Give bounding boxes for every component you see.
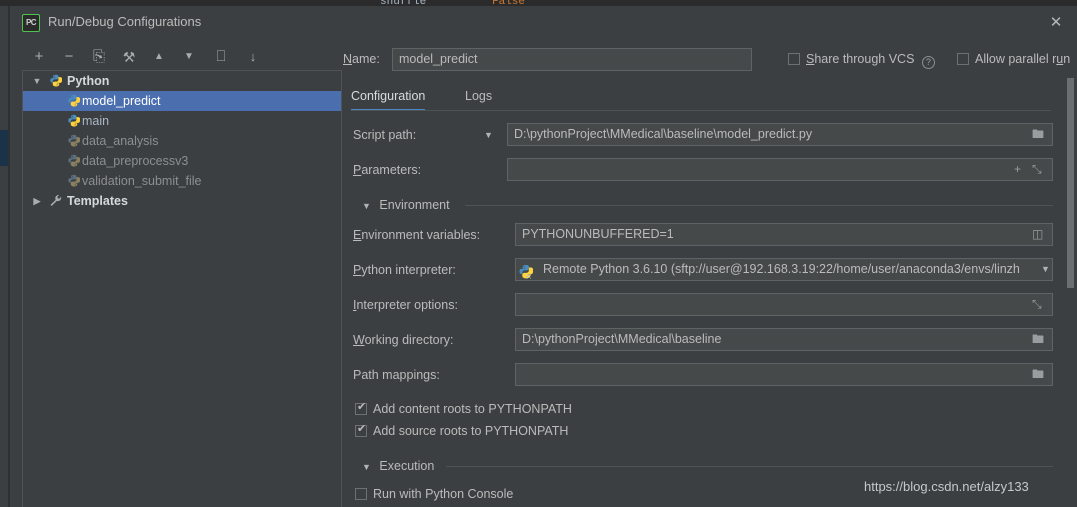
tree-item-label: model_predict	[82, 94, 161, 108]
tree-item-label: Python	[67, 74, 110, 88]
environment-variables-input[interactable]: PYTHONUNBUFFERED=1	[515, 223, 1053, 246]
share-through-vcs-box[interactable]	[788, 53, 800, 65]
remote-python-icon: R	[519, 264, 533, 279]
environment-variables-label: Environment variables:	[353, 228, 481, 242]
working-directory-label: Working directory:	[353, 333, 454, 347]
tree-item-label: main	[82, 114, 110, 128]
configurations-tree[interactable]: ▼ Python model_predictmain data_analysisdat…	[22, 70, 342, 498]
share-through-vcs-checkbox[interactable]: Share through VCS ?	[788, 52, 939, 69]
run-with-python-console-label: Run with Python Console	[373, 487, 514, 501]
tree-bottom-edge	[22, 498, 342, 507]
add-content-roots-box[interactable]	[355, 400, 367, 415]
copy-configuration-button[interactable]: ⎘	[88, 46, 110, 68]
name-label: Name:	[343, 52, 380, 66]
tree-item-data_analysis[interactable]: data_analysis	[23, 131, 341, 151]
execution-twisty-icon[interactable]: ▼	[362, 462, 371, 472]
allow-parallel-run-checkbox[interactable]: Allow parallel run	[957, 52, 1070, 66]
tab-bar: Configuration Logs	[351, 84, 1051, 111]
path-mappings-input[interactable]	[515, 363, 1053, 386]
svg-text:R: R	[526, 274, 531, 279]
python-file-icon	[67, 154, 80, 167]
tree-item-label: data_preprocessv3	[82, 154, 189, 168]
tree-item-label: data_analysis	[82, 134, 159, 148]
add-source-roots-box[interactable]	[355, 422, 367, 437]
move-down-button[interactable]: ▼	[178, 46, 200, 68]
parameters-label: Parameters:	[353, 163, 422, 177]
chevron-down-icon[interactable]: ▼	[31, 71, 43, 91]
dialog-title: Run/Debug Configurations	[48, 14, 202, 29]
python-file-icon	[67, 94, 80, 107]
script-path-label: Script path:	[353, 128, 417, 142]
add-content-roots-label: Add content roots to PYTHONPATH	[373, 402, 572, 416]
move-up-button[interactable]: ▲	[148, 46, 170, 68]
dialog-titlebar: PC Run/Debug Configurations ✕	[10, 6, 1077, 40]
execution-section-header[interactable]: ▼ Execution	[362, 459, 434, 473]
run-with-python-console-box[interactable]	[355, 488, 367, 500]
tree-item-validation_submit_file[interactable]: validation_submit_file	[23, 171, 341, 191]
run-with-python-console-checkbox[interactable]: Run with Python Console	[355, 487, 513, 501]
remove-button[interactable]: −	[58, 46, 80, 68]
tree-item-data_preprocessv3[interactable]: data_preprocessv3	[23, 151, 341, 171]
python-interpreter-combo[interactable]: Remote Python 3.6.10 (sftp://user@192.16…	[515, 258, 1053, 281]
parameters-add-icon[interactable]: +	[1014, 162, 1021, 176]
close-icon[interactable]: ✕	[1043, 12, 1069, 34]
edit-templates-button[interactable]: ⚒	[118, 46, 140, 68]
parameters-expand-icon[interactable]: ⤡	[1032, 162, 1042, 176]
script-path-browse-icon[interactable]: 🖿	[1032, 127, 1044, 141]
behind-left-panel	[0, 6, 8, 507]
watermark: https://blog.csdn.net/alzy133	[864, 479, 1029, 494]
python-interpreter-caret-icon[interactable]: ▼	[1041, 264, 1050, 274]
tab-separator	[351, 110, 1051, 111]
interpreter-options-input[interactable]	[515, 293, 1053, 316]
interpreter-options-label: Interpreter options:	[353, 298, 458, 312]
environment-twisty-icon[interactable]: ▼	[362, 201, 371, 211]
script-path-mode-caret-icon[interactable]: ▼	[484, 130, 493, 140]
parameters-input[interactable]	[507, 158, 1053, 181]
add-source-roots-checkbox[interactable]: Add source roots to PYTHONPATH	[355, 422, 569, 438]
tree-item-main[interactable]: main	[23, 111, 341, 131]
sort-configurations-button[interactable]: ↓	[242, 46, 264, 68]
run-debug-configurations-window: shuffle False PC Run/Debug Configuration…	[0, 0, 1077, 507]
chevron-right-icon[interactable]: ▶	[31, 191, 43, 211]
execution-section-label: Execution	[379, 459, 435, 473]
environment-section-header[interactable]: ▼ Environment	[362, 198, 450, 212]
path-mappings-browse-icon[interactable]: 🖿	[1032, 367, 1044, 381]
allow-parallel-run-label: Allow parallel run	[975, 52, 1071, 66]
python-file-icon	[67, 114, 80, 127]
tree-item-label: Templates	[67, 194, 128, 208]
configurations-toolbar: + − ⎘ ⚒ ▲ ▼ ⎕ ↓	[20, 46, 340, 70]
python-icon	[49, 74, 62, 87]
new-folder-button[interactable]: ⎕	[210, 46, 232, 68]
working-directory-browse-icon[interactable]: 🖿	[1032, 332, 1044, 346]
behind-left-highlight	[0, 130, 8, 166]
dialog-body: PC Run/Debug Configurations ✕ + − ⎘ ⚒ ▲ ▼ ⎕ ↓ ▼…	[10, 6, 1077, 507]
pycharm-icon: PC	[22, 14, 40, 32]
share-through-vcs-label: Share through VCS	[806, 52, 915, 66]
help-icon[interactable]: ?	[921, 56, 935, 69]
python-file-icon	[67, 134, 80, 147]
python-interpreter-label: Python interpreter:	[353, 263, 456, 277]
right-panel-scrollbar-thumb[interactable]	[1067, 78, 1074, 288]
environment-section-label: Environment	[379, 198, 450, 212]
python-file-icon	[67, 174, 80, 187]
tab-configuration[interactable]: Configuration	[351, 84, 426, 111]
working-directory-input[interactable]: D:\pythonProject\MMedical\baseline	[515, 328, 1053, 351]
script-path-input[interactable]: D:\pythonProject\MMedical\baseline\model…	[507, 123, 1053, 146]
environment-variables-edit-icon[interactable]: ◫	[1032, 227, 1043, 241]
allow-parallel-run-box[interactable]	[957, 53, 969, 65]
execution-section-rule	[446, 466, 1053, 467]
name-input[interactable]: model_predict	[392, 48, 752, 71]
environment-section-rule	[465, 205, 1053, 206]
tree-group-templates[interactable]: ▶ Templates	[23, 191, 341, 211]
tab-logs[interactable]: Logs	[465, 84, 492, 111]
tree-item-model_predict[interactable]: model_predict	[23, 91, 341, 111]
wrench-icon	[49, 194, 62, 207]
tree-item-label: validation_submit_file	[82, 174, 202, 188]
interpreter-options-expand-icon[interactable]: ⤡	[1032, 297, 1042, 311]
tree-group-python[interactable]: ▼ Python	[23, 71, 341, 91]
add-source-roots-label: Add source roots to PYTHONPATH	[373, 424, 569, 438]
add-content-roots-checkbox[interactable]: Add content roots to PYTHONPATH	[355, 400, 572, 416]
path-mappings-label: Path mappings:	[353, 368, 440, 382]
add-button[interactable]: +	[28, 46, 50, 68]
